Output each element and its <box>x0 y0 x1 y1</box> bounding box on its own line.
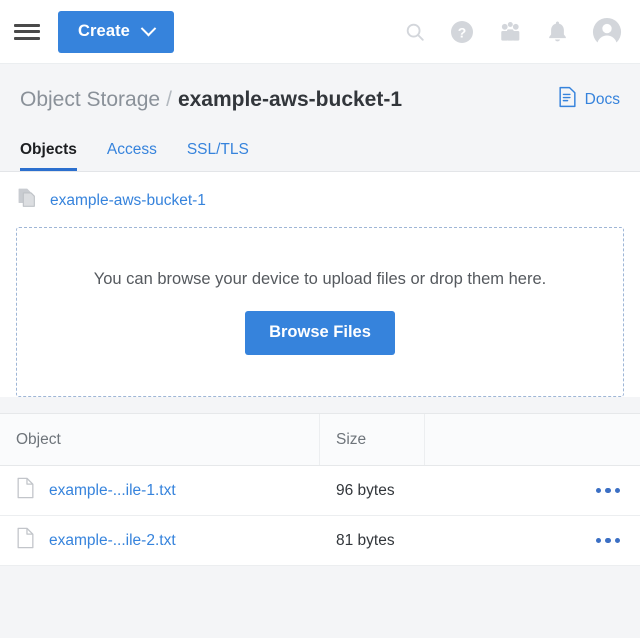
dropzone-message: You can browse your device to upload fil… <box>93 269 547 288</box>
search-icon[interactable] <box>404 21 426 43</box>
breadcrumb-parent[interactable]: Object Storage <box>20 88 160 112</box>
user-avatar-icon[interactable] <box>592 17 622 47</box>
page-header-panel: Object Storage / example-aws-bucket-1 Do… <box>0 64 640 172</box>
kebab-dot <box>605 487 611 494</box>
table-row[interactable]: example-...ile-2.txt 81 bytes <box>0 516 640 566</box>
object-name-link[interactable]: example-...ile-1.txt <box>49 482 176 500</box>
kebab-menu-icon[interactable] <box>590 532 627 550</box>
hamburger-line <box>14 36 40 40</box>
file-document-icon <box>16 527 35 554</box>
create-button[interactable]: Create <box>58 10 174 53</box>
create-button-label: Create <box>78 22 130 40</box>
breadcrumb: Object Storage / example-aws-bucket-1 Do… <box>0 64 640 129</box>
browse-files-button[interactable]: Browse Files <box>245 310 395 355</box>
cell-actions <box>425 516 640 565</box>
community-icon[interactable] <box>498 21 523 43</box>
hamburger-line <box>14 30 40 33</box>
object-name-link[interactable]: example-...ile-2.txt <box>49 532 176 550</box>
column-header-size[interactable]: Size <box>320 414 425 465</box>
cell-size: 81 bytes <box>336 531 395 549</box>
kebab-dot <box>595 487 601 494</box>
cell-object: example-...ile-2.txt <box>0 516 320 565</box>
bucket-name-link[interactable]: example-aws-bucket-1 <box>50 192 206 210</box>
table-row[interactable]: example-...ile-1.txt 96 bytes <box>0 466 640 516</box>
chevron-down-icon <box>140 20 157 37</box>
tab-bar: Objects Access SSL/TLS <box>0 129 640 171</box>
document-icon <box>558 86 577 113</box>
cell-object: example-...ile-1.txt <box>0 466 320 515</box>
main-content: example-aws-bucket-1 You can browse your… <box>0 172 640 397</box>
column-header-actions <box>425 414 640 465</box>
tab-ssl-tls[interactable]: SSL/TLS <box>187 141 249 172</box>
cell-size: 96 bytes <box>336 481 395 499</box>
kebab-dot <box>614 537 620 544</box>
docs-link[interactable]: Docs <box>558 86 620 113</box>
tab-access[interactable]: Access <box>107 141 157 172</box>
tab-objects[interactable]: Objects <box>20 141 77 171</box>
table-header-row: Object Size <box>0 414 640 466</box>
notifications-bell-icon[interactable] <box>547 20 568 43</box>
docs-label: Docs <box>584 90 620 108</box>
copy-pages-icon[interactable] <box>18 188 37 213</box>
cell-actions <box>425 466 640 515</box>
topbar-icon-group: ? <box>404 17 626 47</box>
breadcrumb-separator: / <box>166 87 172 111</box>
bucket-path-row: example-aws-bucket-1 <box>16 172 624 227</box>
column-header-object[interactable]: Object <box>0 414 320 465</box>
kebab-menu-icon[interactable] <box>590 482 627 500</box>
kebab-dot <box>605 537 611 544</box>
hamburger-menu-icon[interactable] <box>14 22 40 42</box>
svg-text:?: ? <box>458 24 467 40</box>
page-title: example-aws-bucket-1 <box>177 87 403 111</box>
kebab-dot <box>614 487 620 494</box>
upload-dropzone[interactable]: You can browse your device to upload fil… <box>16 227 624 397</box>
top-navigation-bar: Create ? <box>0 0 640 64</box>
page-footer-area <box>0 566 640 608</box>
objects-table: Object Size example-...ile-1.txt 96 byte… <box>0 413 640 566</box>
kebab-dot <box>595 537 601 544</box>
hamburger-line <box>14 23 40 27</box>
help-icon[interactable]: ? <box>450 20 474 44</box>
file-document-icon <box>16 477 35 504</box>
